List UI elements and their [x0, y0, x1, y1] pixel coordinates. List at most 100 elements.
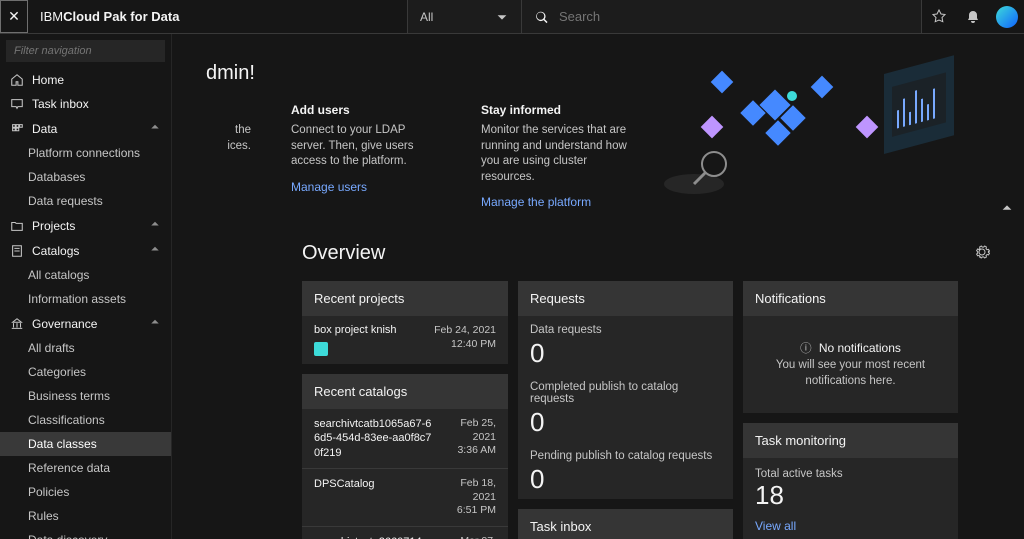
project-time: Feb 24, 2021 12:40 PM: [434, 324, 496, 356]
nav-label: Catalogs: [32, 244, 79, 258]
recent-catalogs-card: Recent catalogs searchivtcatb1065a67-66d…: [302, 374, 508, 539]
nav-item-home[interactable]: Home: [0, 68, 171, 92]
notifications-icon[interactable]: [956, 0, 990, 33]
nav-item-all-drafts[interactable]: All drafts: [0, 336, 171, 360]
recent-projects-title: Recent projects: [302, 281, 508, 316]
stay-informed-desc: Monitor the services that are running an…: [481, 123, 631, 185]
hero-add-users: Add users Connect to your LDAP server. T…: [291, 103, 441, 209]
nav-label: Data: [32, 122, 57, 136]
nav-item-rules[interactable]: Rules: [0, 504, 171, 528]
project-name: box project knish: [314, 324, 397, 336]
collaborator-avatar: [314, 342, 328, 356]
stay-informed-heading: Stay informed: [481, 103, 631, 117]
help-icon[interactable]: [922, 0, 956, 33]
chevron-down-icon: [495, 10, 509, 24]
inbox-icon: [10, 97, 24, 111]
nav-item-categories[interactable]: Categories: [0, 360, 171, 384]
nav-item-projects[interactable]: Projects: [0, 213, 171, 238]
avatar[interactable]: [996, 6, 1018, 28]
nav-item-data-discovery[interactable]: Data discovery: [0, 528, 171, 539]
recent-catalogs-title: Recent catalogs: [302, 374, 508, 409]
hero-banner: dmin! theices. Add users Connect to your…: [172, 34, 1024, 224]
nav-item-data-requests[interactable]: Data requests: [0, 189, 171, 213]
nav-item-classifications[interactable]: Classifications: [0, 408, 171, 432]
active-tasks-count: 18: [755, 480, 946, 511]
catalog-name: searchivtcatb1065a67-66d5-454d-83ee-aa0f…: [314, 417, 434, 460]
nav-item-reference-data[interactable]: Reference data: [0, 456, 171, 480]
catalog-time: Feb 25, 2021 3:36 AM: [457, 417, 496, 460]
nav-label: Rules: [28, 509, 59, 523]
catalog-icon: [10, 244, 24, 258]
completed-requests-label: Completed publish to catalog requests: [530, 381, 721, 405]
catalog-row[interactable]: searchivtcata2660714-e5cc-4609-aadf-0ac8…: [302, 527, 508, 539]
nav-label: Projects: [32, 219, 75, 233]
nav-item-data-classes[interactable]: Data classes: [0, 432, 171, 456]
nav-label: Business terms: [28, 389, 110, 403]
nav-item-all-catalogs[interactable]: All catalogs: [0, 263, 171, 287]
overview-title: Overview: [302, 242, 385, 265]
gov-icon: [10, 317, 24, 331]
nav-item-catalogs[interactable]: Catalogs: [0, 238, 171, 263]
nav-label: All catalogs: [28, 268, 89, 282]
close-button[interactable]: ✕: [0, 0, 28, 33]
catalog-time: Feb 18, 2021 6:51 PM: [457, 477, 496, 518]
nav-label: Platform connections: [28, 146, 140, 160]
nav-item-information-assets[interactable]: Information assets: [0, 287, 171, 311]
add-users-heading: Add users: [291, 103, 441, 117]
task-inbox-title: Task inbox: [518, 509, 733, 539]
nav-label: All drafts: [28, 341, 75, 355]
task-inbox-card: Task inbox Assigned to me: [518, 509, 733, 539]
nav-item-policies[interactable]: Policies: [0, 480, 171, 504]
nav-label: Databases: [28, 170, 85, 184]
nav-item-platform-connections[interactable]: Platform connections: [0, 141, 171, 165]
notifications-title: Notifications: [743, 281, 958, 316]
search-scope-label: All: [420, 10, 433, 24]
catalog-row[interactable]: DPSCatalogFeb 18, 2021 6:51 PM: [302, 469, 508, 527]
pending-requests-label: Pending publish to catalog requests: [530, 450, 721, 462]
nav-label: Task inbox: [32, 97, 89, 111]
manage-users-link[interactable]: Manage users: [291, 180, 367, 194]
info-icon: ⓘ: [800, 341, 812, 357]
pending-requests-count: 0: [530, 464, 721, 495]
chevron-icon: [149, 121, 161, 136]
nav-item-governance[interactable]: Governance: [0, 311, 171, 336]
notifications-card: Notifications ⓘ No notifications You wil…: [743, 281, 958, 413]
chevron-icon: [149, 243, 161, 258]
catalog-name: searchivtcata2660714-e5cc-4609-aadf-0ac8…: [314, 535, 434, 539]
data-requests-label: Data requests: [530, 324, 721, 336]
search-input[interactable]: [559, 9, 909, 24]
topbar: ✕ IBM Cloud Pak for Data All: [0, 0, 1024, 34]
manage-platform-link[interactable]: Manage the platform: [481, 195, 591, 209]
nav-item-business-terms[interactable]: Business terms: [0, 384, 171, 408]
catalog-time: Mar 07, 2021 6:47 AM: [457, 535, 496, 539]
nav-label: Categories: [28, 365, 86, 379]
hero-stay-informed: Stay informed Monitor the services that …: [481, 103, 631, 209]
catalog-row[interactable]: searchivtcatb1065a67-66d5-454d-83ee-aa0f…: [302, 409, 508, 469]
search-box[interactable]: [522, 0, 922, 33]
filter-navigation-input[interactable]: [6, 40, 165, 62]
nav-label: Information assets: [28, 292, 126, 306]
nav-item-databases[interactable]: Databases: [0, 165, 171, 189]
requests-card: Requests Data requests 0 Completed publi…: [518, 281, 733, 499]
chevron-icon: [149, 316, 161, 331]
nav-label: Governance: [32, 317, 97, 331]
brand: IBM Cloud Pak for Data: [28, 0, 191, 33]
view-all-link[interactable]: View all: [755, 519, 796, 533]
project-row[interactable]: box project knish Feb 24, 2021 12:40 PM: [302, 316, 508, 364]
nav-label: Reference data: [28, 461, 110, 475]
nav-item-task-inbox[interactable]: Task inbox: [0, 92, 171, 116]
settings-icon[interactable]: [974, 244, 990, 263]
recent-projects-card: Recent projects box project knish Feb 24,…: [302, 281, 508, 364]
add-users-desc: Connect to your LDAP server. Then, give …: [291, 123, 441, 170]
collapse-hero-icon[interactable]: [1000, 201, 1014, 218]
search-scope-dropdown[interactable]: All: [407, 0, 522, 33]
task-monitoring-title: Task monitoring: [743, 423, 958, 458]
nav-label: Data requests: [28, 194, 103, 208]
nav-item-data[interactable]: Data: [0, 116, 171, 141]
sidebar: Home Task inbox Data Platform connections Da…: [0, 34, 172, 539]
nav-label: Home: [32, 73, 64, 87]
data-requests-count: 0: [530, 338, 721, 369]
brand-name: Cloud Pak for Data: [63, 9, 179, 24]
task-monitoring-card: Task monitoring Total active tasks 18 Vi…: [743, 423, 958, 539]
hero-illustration: [644, 44, 994, 214]
